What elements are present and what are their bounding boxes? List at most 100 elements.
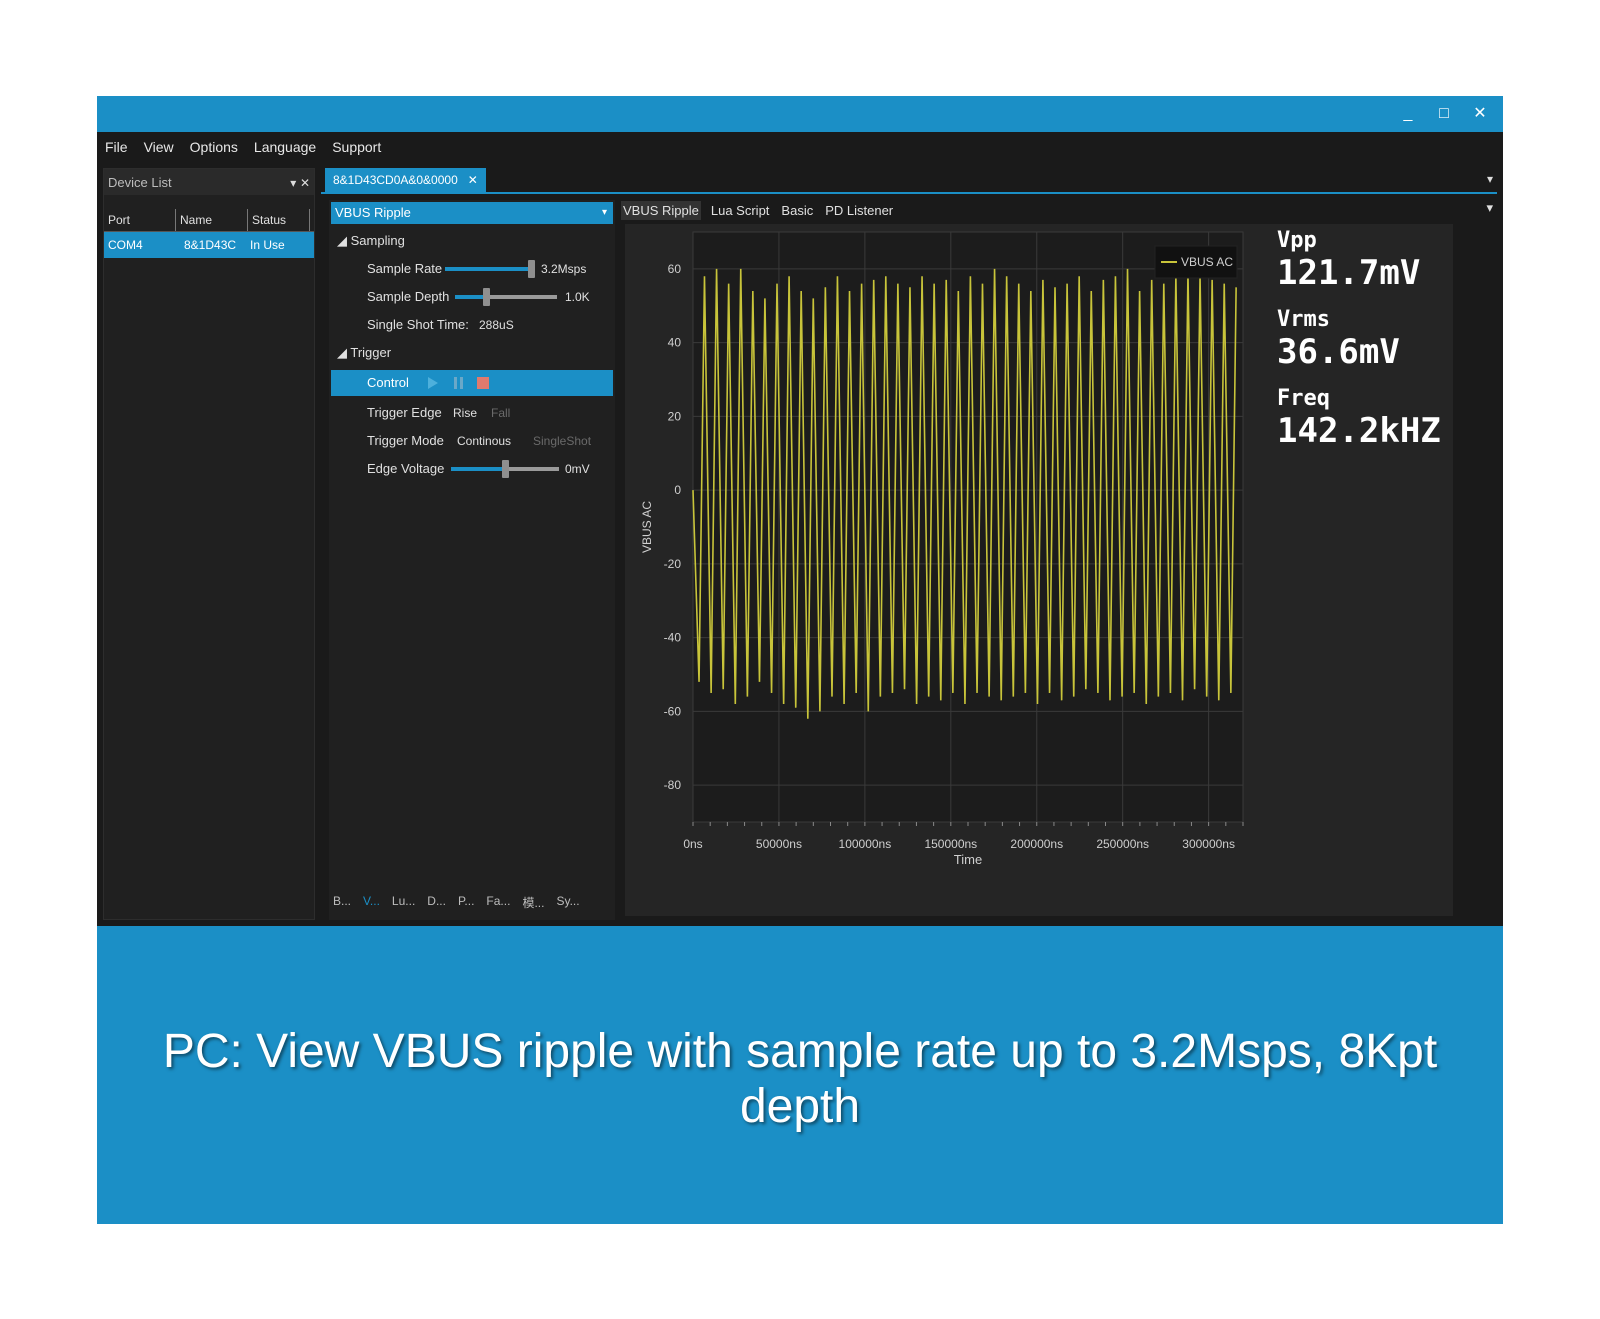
column-port[interactable]: Port	[104, 209, 176, 231]
device-table-header: Port Name Status	[104, 209, 314, 232]
x-tick-label: 300000ns	[1182, 837, 1235, 851]
bottom-tab[interactable]: Lu...	[392, 894, 415, 916]
column-status[interactable]: Status	[248, 209, 310, 231]
view-tab-strip: VBUS Ripple Lua Script Basic PD Listener…	[621, 198, 1497, 222]
y-tick-label: -80	[664, 778, 682, 792]
device-list-title: Device List	[108, 174, 172, 190]
x-tick-label: 200000ns	[1010, 837, 1063, 851]
sampling-header[interactable]: ◢ Sampling	[337, 228, 405, 254]
chevron-down-icon: ▾	[601, 207, 607, 218]
sample-rate-label: Sample Rate	[367, 261, 443, 276]
legend-label: VBUS AC	[1181, 255, 1233, 269]
tab-basic[interactable]: Basic	[779, 201, 815, 220]
x-axis-label: Time	[954, 852, 982, 867]
x-tick-label: 0ns	[683, 837, 702, 851]
trigger-edge-rise[interactable]: Rise	[453, 400, 477, 426]
tab-vbus-ripple[interactable]: VBUS Ripple	[621, 200, 701, 220]
x-tick-label: 150000ns	[924, 837, 977, 851]
vrms-label: Vrms	[1277, 307, 1330, 332]
edge-voltage-slider[interactable]	[451, 460, 559, 478]
y-tick-label: 40	[668, 336, 682, 350]
device-tab[interactable]: 8&1D43CD0A&0&0000 ✕	[325, 168, 486, 192]
bottom-tab[interactable]: P...	[458, 894, 474, 916]
device-tab-label: 8&1D43CD0A&0&0000	[333, 173, 458, 187]
cell-status: In Use	[250, 238, 285, 252]
pin-dropdown-icon[interactable]: ▾	[290, 176, 296, 190]
sample-depth-thumb[interactable]	[482, 288, 490, 306]
sample-rate-fill	[445, 267, 535, 271]
bottom-tab[interactable]: D...	[427, 894, 446, 916]
sample-rate-value: 3.2Msps	[541, 262, 587, 276]
freq-label: Freq	[1277, 386, 1330, 411]
edge-voltage-value: 0mV	[565, 462, 590, 476]
y-tick-label: -60	[664, 704, 682, 718]
bottom-tab[interactable]: 模...	[522, 894, 544, 916]
settings-panel: VBUS Ripple ▾ ◢ Sampling Sample Rate 3.2…	[329, 200, 615, 920]
edge-voltage-thumb[interactable]	[502, 460, 509, 478]
vrms-value: 36.6mV	[1277, 332, 1400, 372]
bottom-tab-strip: B... V... Lu... D... P... Fa... 模... Sy.…	[329, 894, 615, 916]
app-window: File View Options Language Support Devic…	[97, 132, 1503, 926]
sample-depth-slider[interactable]	[455, 288, 557, 306]
sample-depth-label: Sample Depth	[367, 289, 450, 304]
menu-options[interactable]: Options	[190, 139, 238, 155]
cell-name: 8&1D43C	[184, 238, 237, 252]
single-shot-label: Single Shot Time:	[367, 317, 469, 332]
sample-depth-value: 1.0K	[565, 290, 590, 304]
tab-menu-icon[interactable]: ▾	[1487, 172, 1493, 186]
close-button[interactable]: ✕	[1467, 102, 1493, 126]
y-tick-label: -40	[664, 631, 682, 645]
column-name[interactable]: Name	[176, 209, 248, 231]
y-tick-label: 60	[668, 262, 682, 276]
mode-select-value: VBUS Ripple	[335, 205, 411, 220]
stop-icon[interactable]	[477, 377, 489, 389]
trigger-mode-continous[interactable]: Continous	[457, 428, 511, 454]
measurement-panel: Vpp 121.7mV Vrms 36.6mV Freq 142.2kHZ	[1277, 228, 1477, 465]
view-menu-icon[interactable]: ▾	[1484, 198, 1495, 218]
device-list-panel: Device List ▾ ✕ Port Name Status COM4 8&…	[103, 168, 315, 920]
trigger-edge-label: Trigger Edge	[367, 405, 442, 420]
tab-pd-listener[interactable]: PD Listener	[823, 201, 895, 220]
tab-lua-script[interactable]: Lua Script	[709, 201, 772, 220]
menu-view[interactable]: View	[144, 139, 174, 155]
close-tab-icon[interactable]: ✕	[468, 168, 478, 192]
y-tick-label: 20	[668, 409, 682, 423]
bottom-tab[interactable]: B...	[333, 894, 351, 916]
freq-value: 142.2kHZ	[1277, 411, 1441, 451]
x-tick-label: 250000ns	[1096, 837, 1149, 851]
bottom-tab-active[interactable]: V...	[363, 894, 380, 916]
menu-support[interactable]: Support	[332, 139, 381, 155]
document-tab-bar: 8&1D43CD0A&0&0000 ✕ ▾	[321, 168, 1497, 194]
table-row[interactable]: COM4 8&1D43C In Use	[104, 232, 314, 258]
maximize-button[interactable]: □	[1431, 102, 1457, 126]
menu-file[interactable]: File	[105, 139, 128, 155]
mode-select[interactable]: VBUS Ripple ▾	[331, 202, 613, 224]
y-tick-label: -20	[664, 557, 682, 571]
x-tick-label: 50000ns	[756, 837, 802, 851]
close-panel-icon[interactable]: ✕	[300, 176, 310, 190]
app-frame: _ □ ✕ File View Options Language Support…	[97, 96, 1503, 1224]
edge-voltage-fill	[451, 467, 505, 471]
y-tick-label: 0	[674, 483, 681, 497]
y-axis-label: VBUS AC	[640, 501, 654, 553]
bottom-tab[interactable]: Fa...	[486, 894, 510, 916]
sample-depth-fill	[455, 295, 486, 299]
vpp-label: Vpp	[1277, 228, 1317, 253]
pause-icon[interactable]	[453, 377, 465, 389]
bottom-tab[interactable]: Sy...	[556, 894, 579, 916]
minimize-button[interactable]: _	[1395, 102, 1421, 126]
single-shot-value: 288uS	[479, 318, 514, 332]
trigger-edge-fall[interactable]: Fall	[491, 400, 510, 426]
trigger-mode-singleshot[interactable]: SingleShot	[533, 428, 591, 454]
edge-voltage-label: Edge Voltage	[367, 461, 445, 476]
vpp-value: 121.7mV	[1277, 253, 1421, 293]
device-table: Port Name Status COM4 8&1D43C In Use	[104, 209, 314, 258]
sample-rate-slider[interactable]	[445, 260, 535, 278]
control-label: Control	[367, 375, 409, 390]
menu-language[interactable]: Language	[254, 139, 316, 155]
play-icon[interactable]	[427, 377, 439, 389]
cell-port: COM4	[108, 238, 143, 252]
ripple-chart[interactable]: 60 40 20 0 -20 -40 -60 -80 0ns 50000ns 100000ns 150…	[625, 224, 1265, 916]
sample-rate-thumb[interactable]	[528, 260, 535, 278]
trigger-header[interactable]: ◢ Trigger	[337, 340, 391, 366]
